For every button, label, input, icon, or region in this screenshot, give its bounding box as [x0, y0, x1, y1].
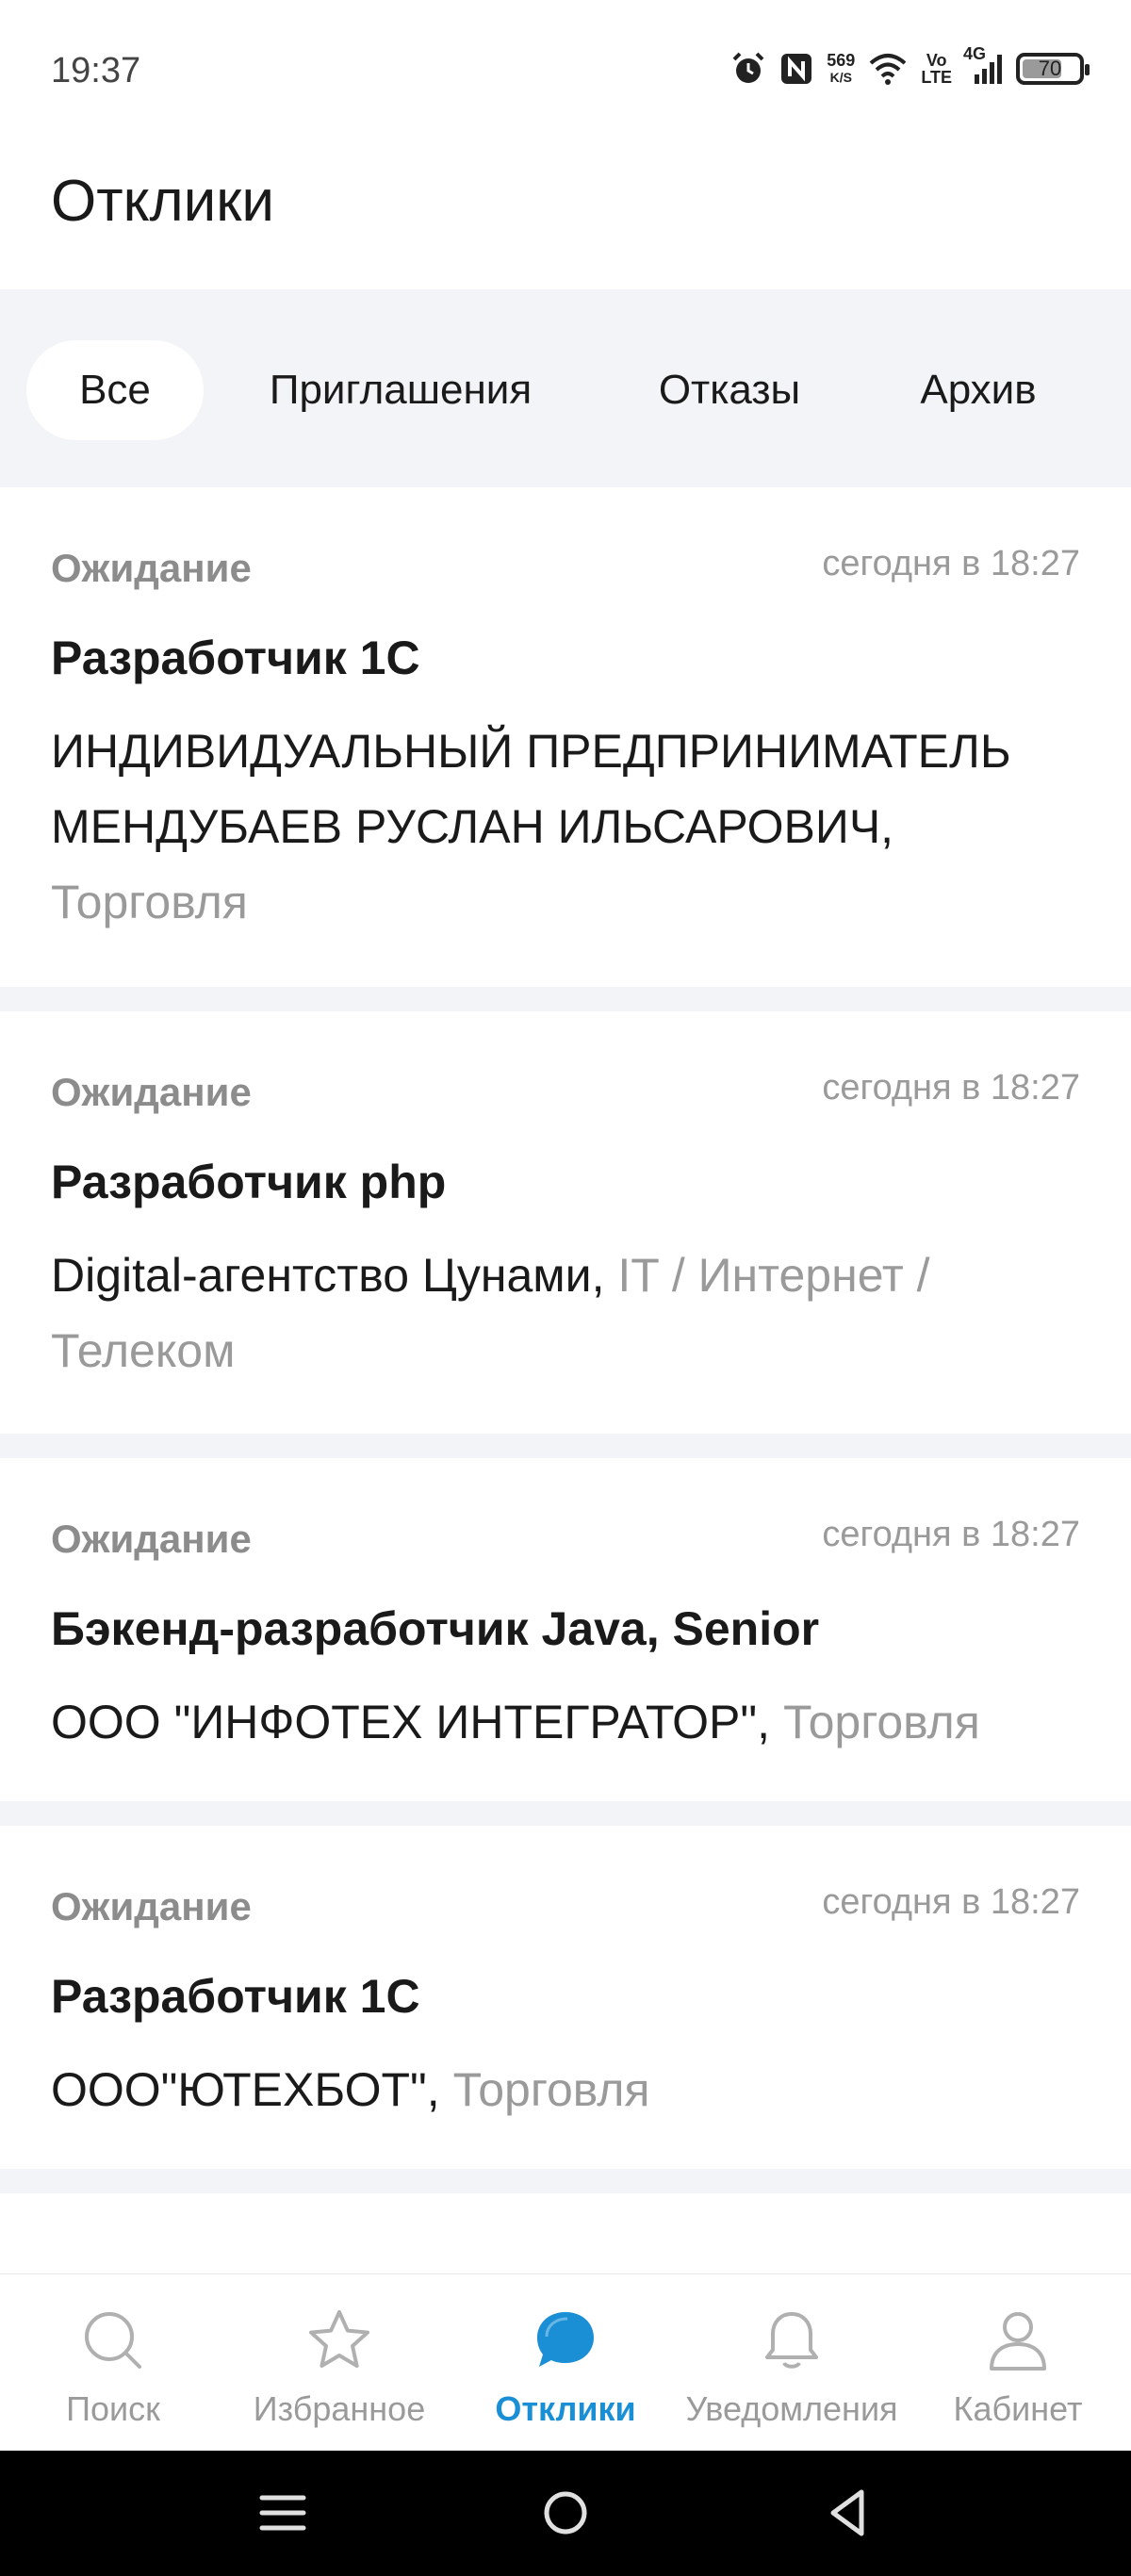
tab-invitations[interactable]: Приглашения [226, 340, 575, 440]
profile-icon [990, 2312, 1046, 2371]
nav-responses[interactable]: Отклики [452, 2274, 679, 2451]
network-type: 4G [963, 44, 987, 63]
wifi-icon [868, 52, 908, 86]
menu-icon[interactable] [249, 2479, 317, 2547]
response-time: сегодня в 18:27 [822, 1068, 1080, 1108]
net-speed-unit: K/S [829, 70, 852, 85]
nav-label: Кабинет [953, 2389, 1083, 2428]
status-icons: 569 K/S Vo LTE 4G 70 [730, 44, 1090, 92]
nfc-icon [779, 52, 813, 86]
status-badge: Ожидание [51, 1070, 252, 1114]
response-time: сегодня в 18:27 [822, 1882, 1080, 1922]
response-card[interactable]: Ожидание сегодня в 18:27 Разработчик 1С … [0, 487, 1131, 987]
industry: Торговля [452, 2063, 650, 2116]
back-icon[interactable] [814, 2479, 882, 2547]
alarm-icon [730, 51, 766, 87]
company-name: ИНДИВИДУАЛЬНЫЙ ПРЕДПРИНИМАТЕЛЬ МЕНДУБАЕВ… [51, 725, 1011, 853]
response-card[interactable]: Ожидание сегодня в 18:27 Разработчик 1С … [0, 1826, 1131, 2169]
battery-icon: 70 [1016, 53, 1090, 85]
company-line: ООО"ЮТЕХБОТ", Торговля [51, 2052, 1097, 2127]
status-badge: Ожидание [51, 1884, 252, 1928]
status-time: 19:37 [51, 51, 141, 90]
tab-all[interactable]: Все [26, 340, 204, 440]
net-speed: 569 K/S [827, 52, 855, 86]
status-bar: 19:37 569 K/S Vo LTE 4G 70 [0, 0, 1131, 141]
response-time: сегодня в 18:27 [822, 544, 1080, 583]
tab-archive[interactable]: Архив [882, 340, 1074, 440]
chat-bubble-icon [537, 2312, 594, 2367]
company-name: ООО "ИНФОТЕХ ИНТЕГРАТОР", [51, 1696, 783, 1748]
system-nav-bar [0, 2451, 1131, 2576]
bell-icon [765, 2312, 818, 2369]
net-speed-value: 569 [827, 51, 856, 70]
industry: Торговля [782, 1696, 980, 1748]
vacancy-title: Разработчик 1С [51, 632, 420, 684]
vacancy-title: Бэкенд-разработчик Java, Senior [51, 1602, 820, 1655]
filter-tabs: Все Приглашения Отказы Архив [0, 289, 1131, 487]
volte-bottom: LTE [921, 68, 952, 87]
volte-indicator: Vo LTE [921, 52, 952, 86]
star-icon [309, 2310, 369, 2368]
bottom-nav: Поиск Избранное Отклики Уведомления Каби… [0, 2274, 1131, 2451]
tab-label: Отказы [658, 367, 801, 413]
tab-label: Архив [920, 367, 1037, 413]
home-icon[interactable] [532, 2479, 599, 2547]
response-card[interactable]: Ожидание сегодня в 18:27 Бэкенд-разработ… [0, 1458, 1131, 1801]
signal-icon: 4G [963, 44, 1003, 88]
industry: Торговля [51, 876, 248, 928]
search-icon [85, 2312, 141, 2369]
volte-top: Vo [926, 51, 947, 70]
response-card[interactable]: Ожидание сегодня в 18:27 Разработчик php… [0, 1011, 1131, 1434]
nav-label: Уведомления [685, 2389, 898, 2428]
tab-rejections[interactable]: Отказы [603, 340, 856, 440]
nav-label: Избранное [253, 2389, 426, 2428]
vacancy-title: Разработчик php [51, 1156, 447, 1208]
nav-label: Отклики [495, 2389, 636, 2428]
nav-cabinet[interactable]: Кабинет [905, 2274, 1131, 2451]
header: Отклики [0, 141, 1131, 289]
company-line: Digital-агентство Цунами, IT / Интернет … [51, 1238, 1097, 1388]
battery-level: 70 [1038, 57, 1062, 80]
page-title: Отклики [51, 169, 275, 234]
company-name: Digital-агентство Цунами, [51, 1249, 618, 1302]
nav-favorites[interactable]: Избранное [226, 2274, 452, 2451]
company-line: ООО "ИНФОТЕХ ИНТЕГРАТОР", Торговля [51, 1684, 1097, 1760]
status-badge: Ожидание [51, 1517, 252, 1561]
company-name: ООО"ЮТЕХБОТ", [51, 2063, 453, 2116]
nav-notifications[interactable]: Уведомления [679, 2274, 905, 2451]
response-time: сегодня в 18:27 [822, 1515, 1080, 1554]
vacancy-title: Разработчик 1С [51, 1970, 420, 2023]
tab-label: Приглашения [269, 367, 533, 413]
nav-label: Поиск [66, 2389, 160, 2428]
company-line: ИНДИВИДУАЛЬНЫЙ ПРЕДПРИНИМАТЕЛЬ МЕНДУБАЕВ… [51, 714, 1097, 940]
status-badge: Ожидание [51, 546, 252, 590]
nav-search[interactable]: Поиск [0, 2274, 226, 2451]
tab-label: Все [79, 367, 151, 413]
